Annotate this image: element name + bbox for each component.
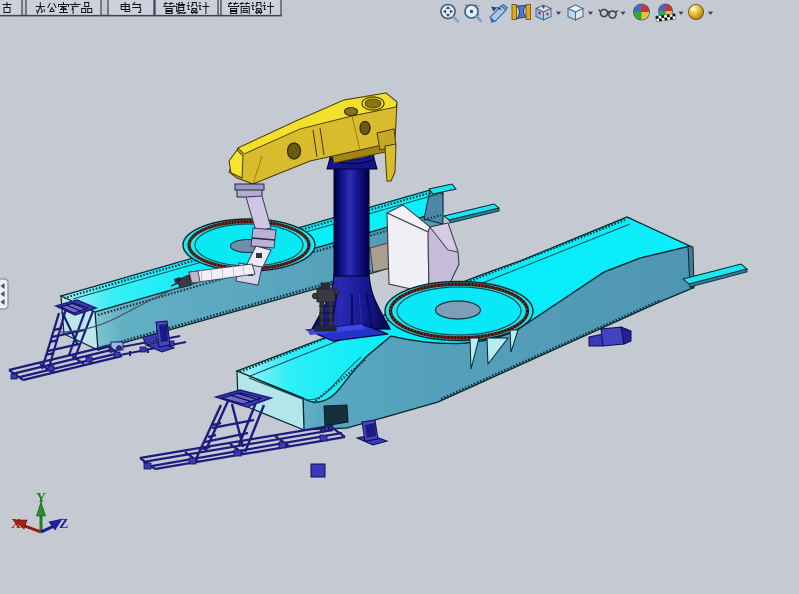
svg-text:X: X (11, 517, 21, 532)
svg-text:Z: Z (59, 517, 68, 532)
svg-text:Y: Y (36, 491, 46, 506)
